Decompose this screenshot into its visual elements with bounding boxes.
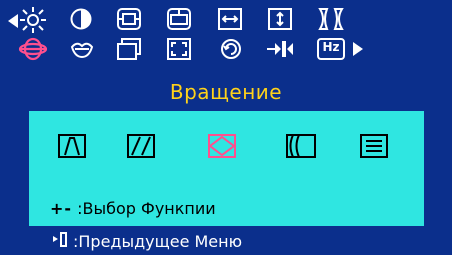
recall-icon[interactable] xyxy=(218,37,244,61)
frequency-label: Hz xyxy=(322,40,340,54)
previous-menu-text: :Предыдущее Меню xyxy=(73,231,243,251)
brightness-icon[interactable] xyxy=(19,6,47,34)
trapezoid-icon[interactable] xyxy=(57,133,87,163)
zoom-icon[interactable] xyxy=(166,37,192,61)
moire-icon[interactable] xyxy=(266,38,294,60)
pincushion-icon[interactable] xyxy=(317,7,345,31)
linearity-icon[interactable] xyxy=(359,133,389,163)
select-function-text: :Выбор Функпии xyxy=(77,199,216,218)
previous-menu-hint: :Предыдущее Меню xyxy=(52,230,242,252)
frequency-icon[interactable]: Hz xyxy=(316,37,346,61)
v-position-icon[interactable] xyxy=(267,7,293,31)
parallelogram-icon[interactable] xyxy=(126,133,156,163)
exit-icon[interactable] xyxy=(52,230,70,252)
rotation-icon[interactable] xyxy=(18,36,48,62)
contrast-icon[interactable] xyxy=(70,8,92,30)
next-arrow-icon[interactable] xyxy=(353,41,363,60)
h-position-icon[interactable] xyxy=(217,7,243,31)
v-size-icon[interactable] xyxy=(166,7,192,31)
submenu-panel: +- :Выбор Функпии xyxy=(29,111,424,226)
pin-balance-icon[interactable] xyxy=(285,133,317,163)
prev-arrow-icon[interactable] xyxy=(8,13,18,32)
rotation-tilt-icon[interactable] xyxy=(207,133,237,163)
menu-title: Вращение xyxy=(169,80,283,104)
language-icon[interactable] xyxy=(116,37,142,61)
h-size-icon[interactable] xyxy=(116,7,142,31)
select-function-hint: +- :Выбор Функпии xyxy=(50,199,216,218)
degauss-icon[interactable] xyxy=(69,38,95,60)
plus-minus-keys: +- xyxy=(50,199,73,218)
